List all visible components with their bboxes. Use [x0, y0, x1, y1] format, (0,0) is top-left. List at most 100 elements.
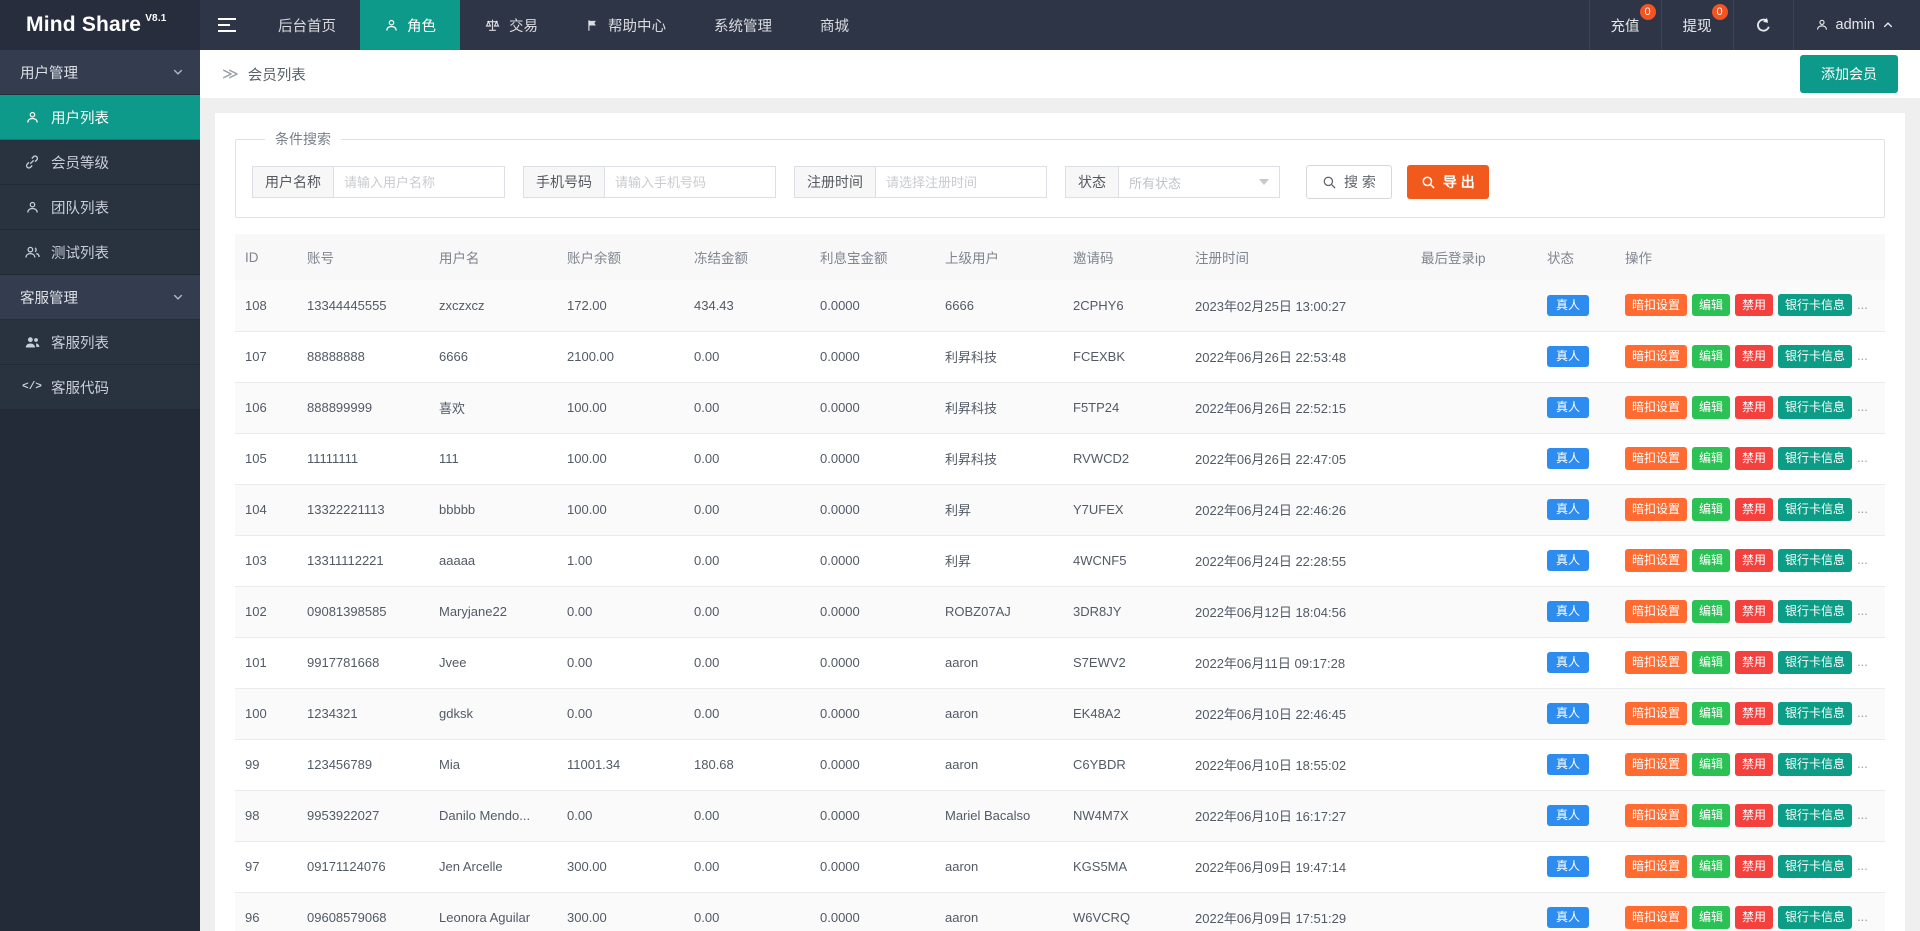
brand-logo: Mind Share V8.1 [0, 0, 200, 50]
disable-button[interactable]: 禁用 [1735, 855, 1773, 877]
nav-item-system[interactable]: 系统管理 [690, 0, 796, 50]
disable-button[interactable]: 禁用 [1735, 396, 1773, 418]
cell-status: 真人 [1537, 739, 1615, 790]
sidebar-group-service-management[interactable]: 客服管理 [0, 275, 200, 320]
deduct-settings-button[interactable]: 暗扣设置 [1625, 345, 1687, 367]
sidebar-item-member-level[interactable]: 会员等级 [0, 140, 200, 185]
edit-button[interactable]: 编辑 [1692, 396, 1730, 418]
nav-label: 系统管理 [714, 15, 772, 36]
users-icon [23, 245, 41, 260]
deduct-settings-button[interactable]: 暗扣设置 [1625, 396, 1687, 418]
nav-item-dashboard[interactable]: 后台首页 [254, 0, 360, 50]
bank-card-info-button[interactable]: 银行卡信息 [1778, 855, 1852, 877]
deduct-settings-button[interactable]: 暗扣设置 [1625, 651, 1687, 673]
sidebar-item-user-list[interactable]: 用户列表 [0, 95, 200, 140]
bank-card-info-button[interactable]: 银行卡信息 [1778, 447, 1852, 469]
search-button[interactable]: 搜 索 [1306, 165, 1392, 199]
bank-card-info-button[interactable]: 银行卡信息 [1778, 804, 1852, 826]
status-badge[interactable]: 真人 [1547, 652, 1589, 673]
disable-button[interactable]: 禁用 [1735, 600, 1773, 622]
status-badge[interactable]: 真人 [1547, 550, 1589, 571]
sidebar-item-team-list[interactable]: 团队列表 [0, 185, 200, 230]
status-badge[interactable]: 真人 [1547, 499, 1589, 520]
username-input[interactable] [333, 166, 505, 198]
cell-actions: 暗扣设置编辑禁用银行卡信息... [1615, 637, 1885, 688]
cell-interest-amount: 0.0000 [810, 484, 935, 535]
sidebar-item-test-list[interactable]: 测试列表 [0, 230, 200, 275]
export-button[interactable]: 导 出 [1407, 165, 1489, 199]
edit-button[interactable]: 编辑 [1692, 294, 1730, 316]
nav-item-help-center[interactable]: 帮助中心 [562, 0, 690, 50]
cell-account: 13311112221 [297, 535, 429, 586]
disable-button[interactable]: 禁用 [1735, 702, 1773, 724]
status-badge[interactable]: 真人 [1547, 805, 1589, 826]
status-badge[interactable]: 真人 [1547, 448, 1589, 469]
deduct-settings-button[interactable]: 暗扣设置 [1625, 804, 1687, 826]
status-badge[interactable]: 真人 [1547, 397, 1589, 418]
bank-card-info-button[interactable]: 银行卡信息 [1778, 702, 1852, 724]
bank-card-info-button[interactable]: 银行卡信息 [1778, 498, 1852, 520]
sidebar-item-label: 测试列表 [51, 242, 109, 263]
deduct-settings-button[interactable]: 暗扣设置 [1625, 549, 1687, 571]
status-badge[interactable]: 真人 [1547, 295, 1589, 316]
recharge-button[interactable]: 充值 0 [1589, 0, 1661, 50]
add-member-button[interactable]: 添加会员 [1800, 55, 1898, 93]
nav-item-mall[interactable]: 商城 [796, 0, 873, 50]
disable-button[interactable]: 禁用 [1735, 804, 1773, 826]
bank-card-info-button[interactable]: 银行卡信息 [1778, 345, 1852, 367]
edit-button[interactable]: 编辑 [1692, 549, 1730, 571]
nav-item-trade[interactable]: 交易 [460, 0, 562, 50]
edit-button[interactable]: 编辑 [1692, 447, 1730, 469]
disable-button[interactable]: 禁用 [1735, 549, 1773, 571]
edit-button[interactable]: 编辑 [1692, 600, 1730, 622]
disable-button[interactable]: 禁用 [1735, 906, 1773, 928]
deduct-settings-button[interactable]: 暗扣设置 [1625, 855, 1687, 877]
status-select[interactable]: 所有状态 [1118, 166, 1280, 198]
bank-card-info-button[interactable]: 银行卡信息 [1778, 549, 1852, 571]
phone-input[interactable] [604, 166, 776, 198]
disable-button[interactable]: 禁用 [1735, 498, 1773, 520]
bank-card-info-button[interactable]: 银行卡信息 [1778, 906, 1852, 928]
status-badge[interactable]: 真人 [1547, 346, 1589, 367]
nav-item-roles[interactable]: 角色 [360, 0, 460, 50]
deduct-settings-button[interactable]: 暗扣设置 [1625, 906, 1687, 928]
disable-button[interactable]: 禁用 [1735, 294, 1773, 316]
bank-card-info-button[interactable]: 银行卡信息 [1778, 396, 1852, 418]
bank-card-info-button[interactable]: 银行卡信息 [1778, 600, 1852, 622]
edit-button[interactable]: 编辑 [1692, 753, 1730, 775]
deduct-settings-button[interactable]: 暗扣设置 [1625, 753, 1687, 775]
register-time-input[interactable] [875, 166, 1047, 198]
edit-button[interactable]: 编辑 [1692, 702, 1730, 724]
edit-button[interactable]: 编辑 [1692, 855, 1730, 877]
sidebar-item-service-list[interactable]: 客服列表 [0, 320, 200, 365]
disable-button[interactable]: 禁用 [1735, 753, 1773, 775]
deduct-settings-button[interactable]: 暗扣设置 [1625, 447, 1687, 469]
status-badge[interactable]: 真人 [1547, 601, 1589, 622]
deduct-settings-button[interactable]: 暗扣设置 [1625, 498, 1687, 520]
admin-menu[interactable]: admin [1793, 0, 1920, 50]
deduct-settings-button[interactable]: 暗扣设置 [1625, 600, 1687, 622]
bank-card-info-button[interactable]: 银行卡信息 [1778, 753, 1852, 775]
edit-button[interactable]: 编辑 [1692, 345, 1730, 367]
status-badge[interactable]: 真人 [1547, 703, 1589, 724]
disable-button[interactable]: 禁用 [1735, 345, 1773, 367]
sidebar-toggle-button[interactable] [200, 0, 254, 50]
withdraw-button[interactable]: 提现 0 [1661, 0, 1733, 50]
sidebar-item-service-code[interactable]: </> 客服代码 [0, 365, 200, 410]
cell-interest-amount: 0.0000 [810, 892, 935, 931]
edit-button[interactable]: 编辑 [1692, 498, 1730, 520]
disable-button[interactable]: 禁用 [1735, 447, 1773, 469]
status-badge[interactable]: 真人 [1547, 754, 1589, 775]
edit-button[interactable]: 编辑 [1692, 804, 1730, 826]
edit-button[interactable]: 编辑 [1692, 651, 1730, 673]
status-badge[interactable]: 真人 [1547, 907, 1589, 928]
sidebar-group-user-management[interactable]: 用户管理 [0, 50, 200, 95]
refresh-button[interactable] [1733, 0, 1793, 50]
deduct-settings-button[interactable]: 暗扣设置 [1625, 294, 1687, 316]
disable-button[interactable]: 禁用 [1735, 651, 1773, 673]
bank-card-info-button[interactable]: 银行卡信息 [1778, 651, 1852, 673]
bank-card-info-button[interactable]: 银行卡信息 [1778, 294, 1852, 316]
status-badge[interactable]: 真人 [1547, 856, 1589, 877]
edit-button[interactable]: 编辑 [1692, 906, 1730, 928]
deduct-settings-button[interactable]: 暗扣设置 [1625, 702, 1687, 724]
